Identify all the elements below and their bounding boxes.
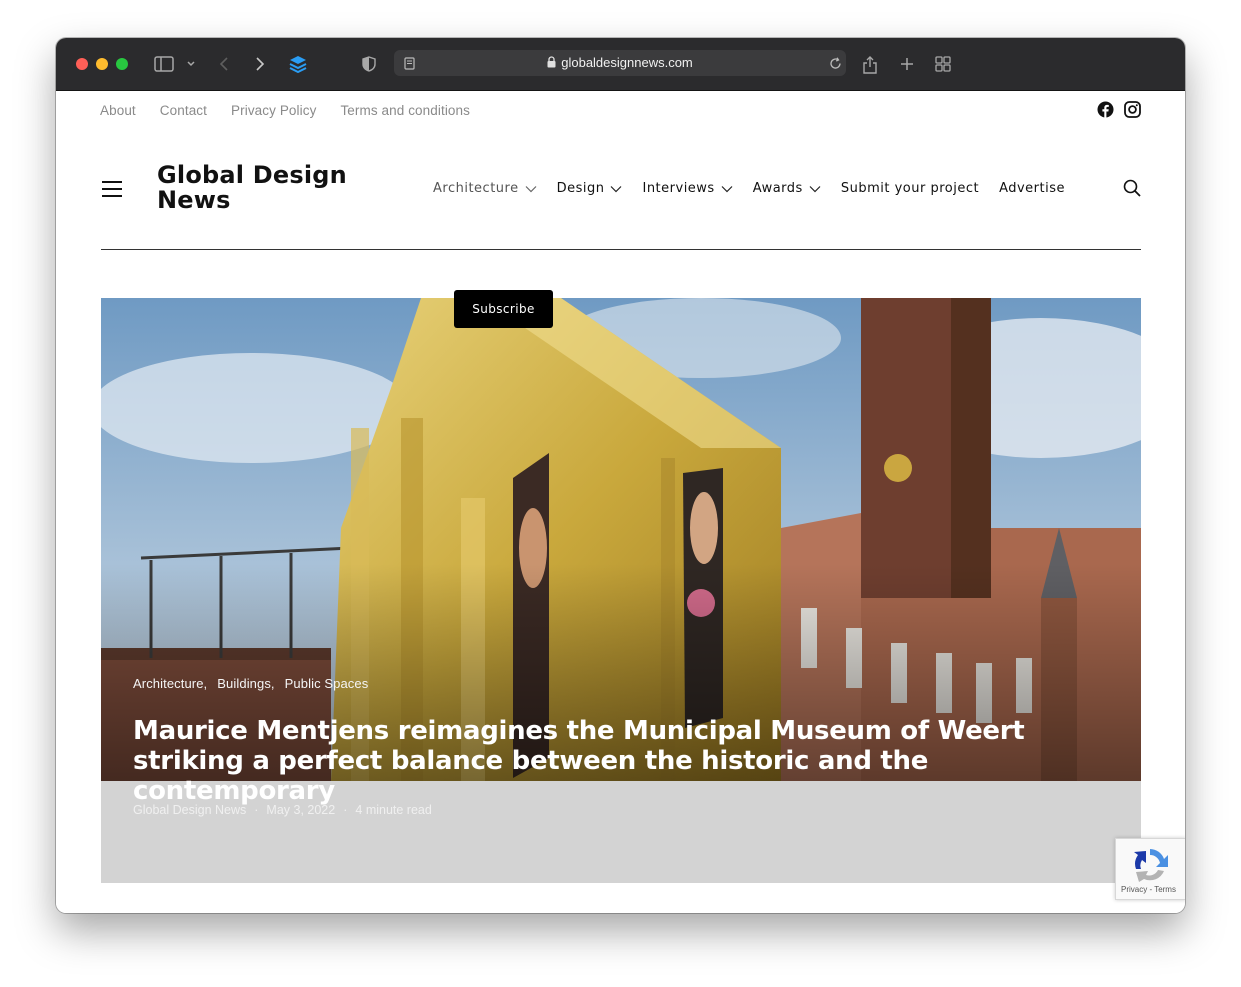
featured-article[interactable]: Architecture, Buildings, Public Spaces M… [101, 298, 1141, 883]
new-tab-icon[interactable] [898, 52, 916, 76]
recaptcha-badge[interactable]: Privacy - Terms [1115, 838, 1185, 900]
featured-image[interactable] [101, 298, 1141, 781]
article-meta: Global Design News · May 3, 2022 · 4 min… [133, 803, 432, 817]
web-page: About Contact Privacy Policy Terms and c… [56, 91, 1185, 913]
url-text: globaldesignnews.com [561, 55, 693, 70]
share-icon[interactable] [861, 52, 879, 76]
nav-interviews-label: Interviews [642, 181, 715, 196]
search-icon[interactable] [1123, 179, 1141, 202]
recaptcha-links[interactable]: Privacy - Terms [1121, 885, 1176, 894]
facebook-icon[interactable] [1097, 101, 1114, 123]
nav-advertise-label: Advertise [999, 181, 1065, 196]
lock-icon [547, 51, 556, 77]
address-bar[interactable]: globaldesignnews.com [394, 50, 846, 76]
nav-advertise[interactable]: Advertise [999, 181, 1065, 196]
featured-title[interactable]: Maurice Mentjens reimagines the Municipa… [133, 716, 1123, 806]
privacy-shield-icon[interactable] [361, 52, 377, 76]
menu-icon[interactable] [102, 181, 122, 197]
terms-link[interactable]: Terms and conditions [340, 103, 470, 118]
category-public-spaces[interactable]: Public Spaces [285, 676, 369, 691]
chevron-down-icon [721, 185, 733, 192]
nav-interviews[interactable]: Interviews [642, 181, 733, 196]
nav-design[interactable]: Design [557, 181, 623, 196]
forward-icon[interactable] [252, 52, 268, 76]
meta-separator: · [254, 803, 259, 817]
nav-awards[interactable]: Awards [753, 181, 821, 196]
close-window-button[interactable] [76, 58, 88, 70]
minimize-window-button[interactable] [96, 58, 108, 70]
category-buildings[interactable]: Buildings, [217, 676, 274, 691]
category-list: Architecture, Buildings, Public Spaces [133, 676, 368, 691]
chevron-down-icon[interactable] [184, 52, 198, 76]
subscribe-button[interactable]: Subscribe [454, 290, 553, 328]
logo-line-2: News [157, 186, 231, 214]
meta-separator: · [343, 803, 348, 817]
chevron-down-icon [809, 185, 821, 192]
category-architecture[interactable]: Architecture, [133, 676, 207, 691]
buffer-extension-icon[interactable] [288, 52, 308, 76]
browser-window: globaldesignnews.com About Contact Priva… [56, 38, 1185, 913]
nav-awards-label: Awards [752, 181, 803, 196]
author-name[interactable]: Global Design News [133, 803, 246, 817]
header-divider [101, 249, 1141, 250]
logo-line-1: Global Design [157, 161, 347, 189]
nav-submit-project[interactable]: Submit your project [841, 181, 979, 196]
chevron-down-icon [611, 185, 622, 192]
tab-overview-icon[interactable] [934, 52, 952, 76]
nav-architecture-label: Architecture [433, 181, 519, 196]
about-link[interactable]: About [100, 103, 136, 118]
nav-submit-project-label: Submit your project [840, 181, 980, 196]
chevron-down-icon [525, 185, 537, 192]
zoom-window-button[interactable] [116, 58, 128, 70]
top-links: About Contact Privacy Policy Terms and c… [100, 103, 470, 118]
social-links [1097, 101, 1141, 123]
browser-toolbar: globaldesignnews.com [56, 38, 1185, 91]
site-logo[interactable]: Global Design News [157, 163, 387, 213]
nav-architecture[interactable]: Architecture [433, 181, 537, 196]
nav-design-label: Design [556, 181, 605, 196]
contact-link[interactable]: Contact [160, 103, 207, 118]
instagram-icon[interactable] [1124, 101, 1141, 123]
back-icon[interactable] [216, 52, 232, 76]
reload-icon[interactable] [828, 55, 842, 71]
sidebar-icon[interactable] [153, 52, 175, 76]
privacy-policy-link[interactable]: Privacy Policy [231, 103, 316, 118]
read-time: 4 minute read [355, 803, 432, 817]
publish-date: May 3, 2022 [266, 803, 336, 817]
main-nav: Architecture Design Interviews Awards Su… [433, 181, 1085, 196]
recaptcha-icon [1134, 849, 1168, 882]
